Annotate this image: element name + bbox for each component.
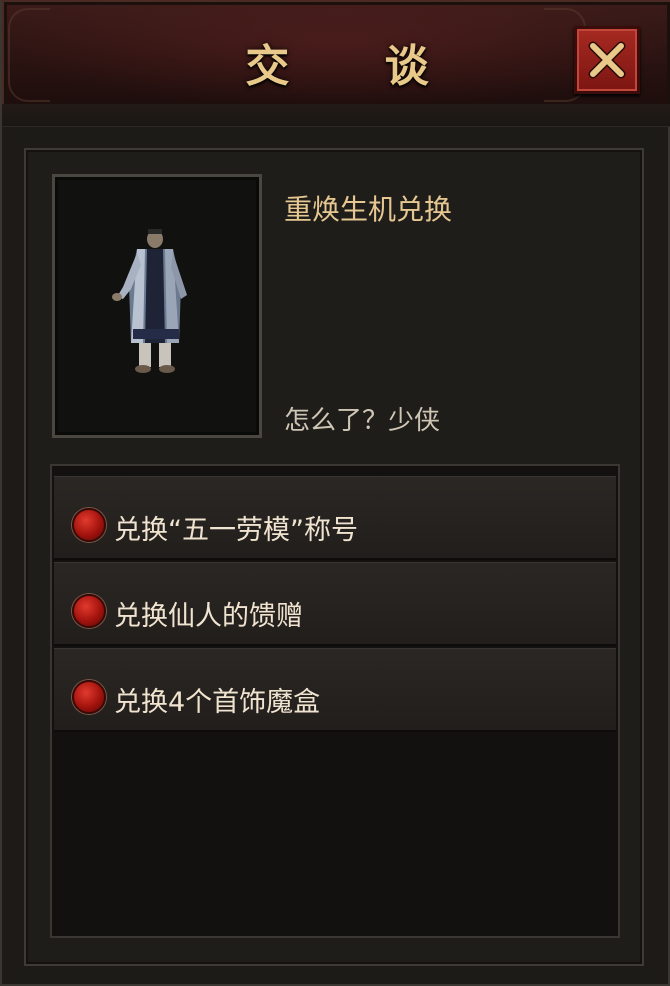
red-dot-icon — [72, 594, 106, 628]
close-button[interactable] — [574, 26, 640, 94]
red-dot-icon — [72, 680, 106, 714]
dialog-window: 交 谈 重焕生机兑换 怎么了？少侠 兑换“五一劳模”称号 兑换仙人的馈赠 兑换4… — [0, 0, 670, 986]
title-bar-edge — [2, 104, 670, 127]
option-label: 兑换仙人的馈赠 — [114, 601, 303, 632]
option-label: 兑换4个首饰魔盒 — [114, 687, 321, 718]
npc-greeting: 怎么了？少侠 — [284, 406, 441, 436]
dialog-options: 兑换“五一劳模”称号 兑换仙人的馈赠 兑换4个首饰魔盒 — [50, 464, 620, 938]
option-exchange-immortal-gift[interactable]: 兑换仙人的馈赠 — [54, 562, 616, 646]
red-dot-icon — [72, 508, 106, 542]
npc-figure-icon — [112, 229, 187, 373]
close-x-icon — [588, 41, 626, 79]
window-title: 交 谈 — [245, 41, 469, 92]
npc-portrait — [52, 174, 262, 438]
option-exchange-title[interactable]: 兑换“五一劳模”称号 — [54, 476, 616, 560]
option-exchange-jewelry-box[interactable]: 兑换4个首饰魔盒 — [54, 648, 616, 732]
option-label: 兑换“五一劳模”称号 — [114, 515, 358, 546]
title-bar: 交 谈 — [2, 0, 670, 112]
npc-name: 重焕生机兑换 — [284, 193, 453, 226]
